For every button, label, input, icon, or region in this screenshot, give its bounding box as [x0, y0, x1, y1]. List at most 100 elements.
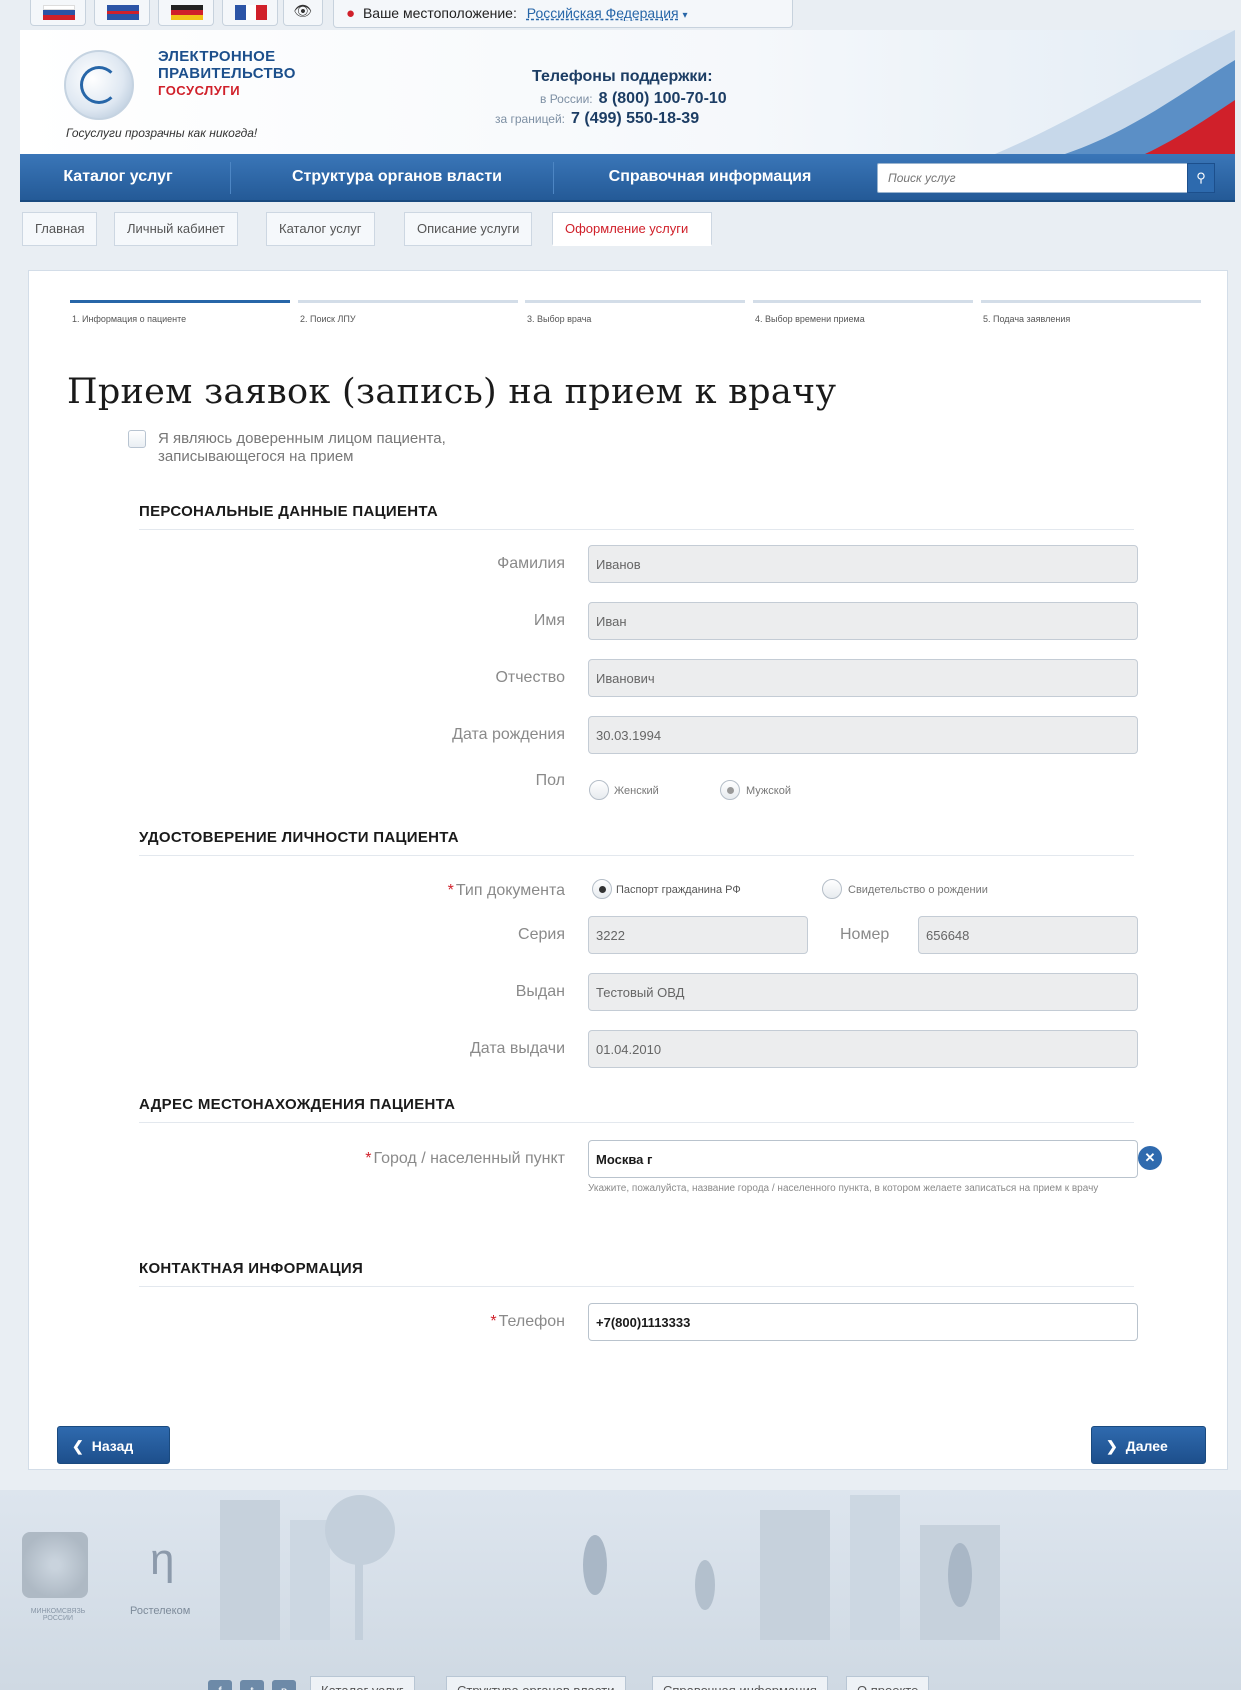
city-label: * Город / населенный пункт	[365, 1150, 565, 1167]
nav-structure[interactable]: Структура органов власти	[242, 154, 552, 200]
sex-male-radio[interactable]	[720, 780, 740, 800]
divider	[139, 1286, 1134, 1287]
series-field[interactable]	[588, 916, 808, 954]
number-label: Номер	[840, 926, 890, 943]
doc-passport-radio[interactable]	[592, 879, 612, 899]
step-1: 1. Информация о пациенте	[70, 300, 290, 330]
support-abroad: за границей: 7 (499) 550-18-39	[495, 110, 700, 127]
footer-link-catalog[interactable]: Каталог услуг	[310, 1676, 415, 1690]
clear-icon[interactable]: ✕	[1138, 1146, 1162, 1170]
eye-icon[interactable]: 👁	[283, 0, 323, 26]
name-label: Имя	[533, 612, 565, 629]
facebook-icon[interactable]: f	[208, 1680, 232, 1690]
header-decoration	[995, 30, 1235, 154]
breadcrumb-cabinet[interactable]: Личный кабинет	[114, 212, 238, 246]
number-field[interactable]	[918, 916, 1138, 954]
doc-birth-cert-radio[interactable]	[822, 879, 842, 899]
proxy-checkbox-label-2: записывающегося на прием	[158, 448, 354, 465]
map-pin-icon: ●	[346, 5, 356, 22]
divider	[139, 855, 1134, 856]
chevron-right-icon: ❯	[1106, 1438, 1118, 1454]
divider	[139, 1122, 1134, 1123]
location-value[interactable]: Российская Федерация	[527, 5, 679, 21]
footer-link-reference[interactable]: Справочная информация	[652, 1676, 828, 1690]
surname-field[interactable]	[588, 545, 1138, 583]
sex-label: Пол	[535, 772, 565, 789]
doc-birth-cert-label: Свидетельство о рождении	[848, 884, 988, 896]
german-flag[interactable]	[158, 0, 214, 26]
logo-line-1: ЭЛЕКТРОННОЕ	[158, 48, 276, 65]
rostelecom-icon: η	[150, 1535, 175, 1584]
series-label: Серия	[518, 926, 565, 943]
search-box	[877, 163, 1207, 193]
search-input[interactable]	[878, 164, 1178, 192]
birthdate-label: Дата рождения	[452, 726, 565, 743]
nav-catalog[interactable]: Каталог услуг	[20, 154, 216, 200]
slogan: Госуслуги прозрачны как никогда!	[66, 126, 258, 140]
logo-line-3: ГОСУСЛУГИ	[158, 83, 241, 98]
footer	[0, 1490, 1241, 1690]
russian-flag[interactable]	[30, 0, 86, 26]
sex-female-label: Женский	[614, 785, 659, 797]
support-russia: в России: 8 (800) 100-70-10	[540, 90, 727, 107]
city-field[interactable]	[588, 1140, 1138, 1178]
page: 👁 ● Ваше местоположение: Российская Феде…	[0, 0, 1241, 1690]
nav-reference[interactable]: Справочная информация	[565, 154, 855, 200]
section-personal-title: ПЕРСОНАЛЬНЫЕ ДАННЫЕ ПАЦИЕНТА	[139, 503, 439, 520]
phone-label: * Телефон	[490, 1313, 565, 1330]
emblem-caption: МИНКОМСВЯЗЬ РОССИИ	[30, 1608, 86, 1622]
twitter-icon[interactable]: t	[240, 1680, 264, 1690]
step-2: 2. Поиск ЛПУ	[298, 300, 518, 330]
english-flag[interactable]	[94, 0, 150, 26]
chevron-left-icon: ❮	[72, 1438, 84, 1454]
main-nav: Каталог услуг Структура органов власти С…	[20, 154, 1235, 202]
sex-female-radio[interactable]	[589, 780, 609, 800]
logo-line-2: ПРАВИТЕЛЬСТВО	[158, 65, 296, 82]
section-address-title: АДРЕС МЕСТОНАХОЖДЕНИЯ ПАЦИЕНТА	[139, 1096, 456, 1113]
section-identity-title: УДОСТОВЕРЕНИЕ ЛИЧНОСТИ ПАЦИЕНТА	[139, 829, 459, 846]
doc-passport-label: Паспорт гражданина РФ	[616, 884, 741, 896]
phone-field[interactable]	[588, 1303, 1138, 1341]
page-title: Прием заявок (запись) на прием к врачу	[67, 372, 837, 412]
proxy-checkbox[interactable]	[128, 430, 146, 448]
breadcrumb-current: Оформление услуги	[552, 212, 712, 246]
footer-illustration	[220, 1495, 1000, 1640]
support-title: Телефоны поддержки:	[532, 68, 713, 85]
name-field[interactable]	[588, 602, 1138, 640]
gosuslugi-logo[interactable]	[64, 50, 134, 120]
back-button[interactable]: ❮ Назад	[57, 1426, 170, 1464]
location-selector[interactable]: ● Ваше местоположение: Российская Федера…	[333, 0, 793, 28]
step-4: 4. Выбор времени приема	[753, 300, 973, 330]
birthdate-field[interactable]	[588, 716, 1138, 754]
location-label: Ваше местоположение:	[362, 5, 517, 21]
site-header: ЭЛЕКТРОННОЕ ПРАВИТЕЛЬСТВО ГОСУСЛУГИ Госу…	[20, 30, 1235, 154]
patronymic-label: Отчество	[495, 669, 565, 686]
doc-type-label: * Тип документа	[447, 882, 565, 899]
issued-by-field[interactable]	[588, 973, 1138, 1011]
issue-date-label: Дата выдачи	[469, 1040, 565, 1057]
issue-date-field[interactable]	[588, 1030, 1138, 1068]
search-icon[interactable]: ⚲	[1187, 163, 1215, 193]
divider	[139, 529, 1134, 530]
footer-link-about[interactable]: О проекте	[846, 1676, 930, 1690]
city-hint: Укажите, пожалуйста, название города / н…	[588, 1183, 1099, 1194]
breadcrumb-description[interactable]: Описание услуги	[404, 212, 533, 246]
breadcrumb-catalog[interactable]: Каталог услуг	[266, 212, 375, 246]
issued-by-label: Выдан	[515, 983, 565, 1000]
rostelecom-label: Ростелеком	[130, 1605, 191, 1617]
patronymic-field[interactable]	[588, 659, 1138, 697]
proxy-checkbox-label-1: Я являюсь доверенным лицом пациента,	[158, 430, 446, 447]
french-flag[interactable]	[222, 0, 278, 26]
footer-link-structure[interactable]: Структура органов власти	[446, 1676, 626, 1690]
chevron-down-icon: ▾	[682, 10, 688, 21]
step-3: 3. Выбор врача	[525, 300, 745, 330]
section-contact-title: КОНТАКТНАЯ ИНФОРМАЦИЯ	[139, 1260, 364, 1277]
breadcrumb-home[interactable]: Главная	[22, 212, 98, 246]
next-button[interactable]: ❯ Далее	[1091, 1426, 1206, 1464]
surname-label: Фамилия	[497, 555, 565, 572]
top-strip: 👁 ● Ваше местоположение: Российская Феде…	[20, 0, 1235, 30]
coat-of-arms-icon	[22, 1532, 88, 1598]
vk-icon[interactable]: в	[272, 1680, 296, 1690]
sex-male-label: Мужской	[746, 785, 791, 797]
step-5: 5. Подача заявления	[981, 300, 1201, 330]
